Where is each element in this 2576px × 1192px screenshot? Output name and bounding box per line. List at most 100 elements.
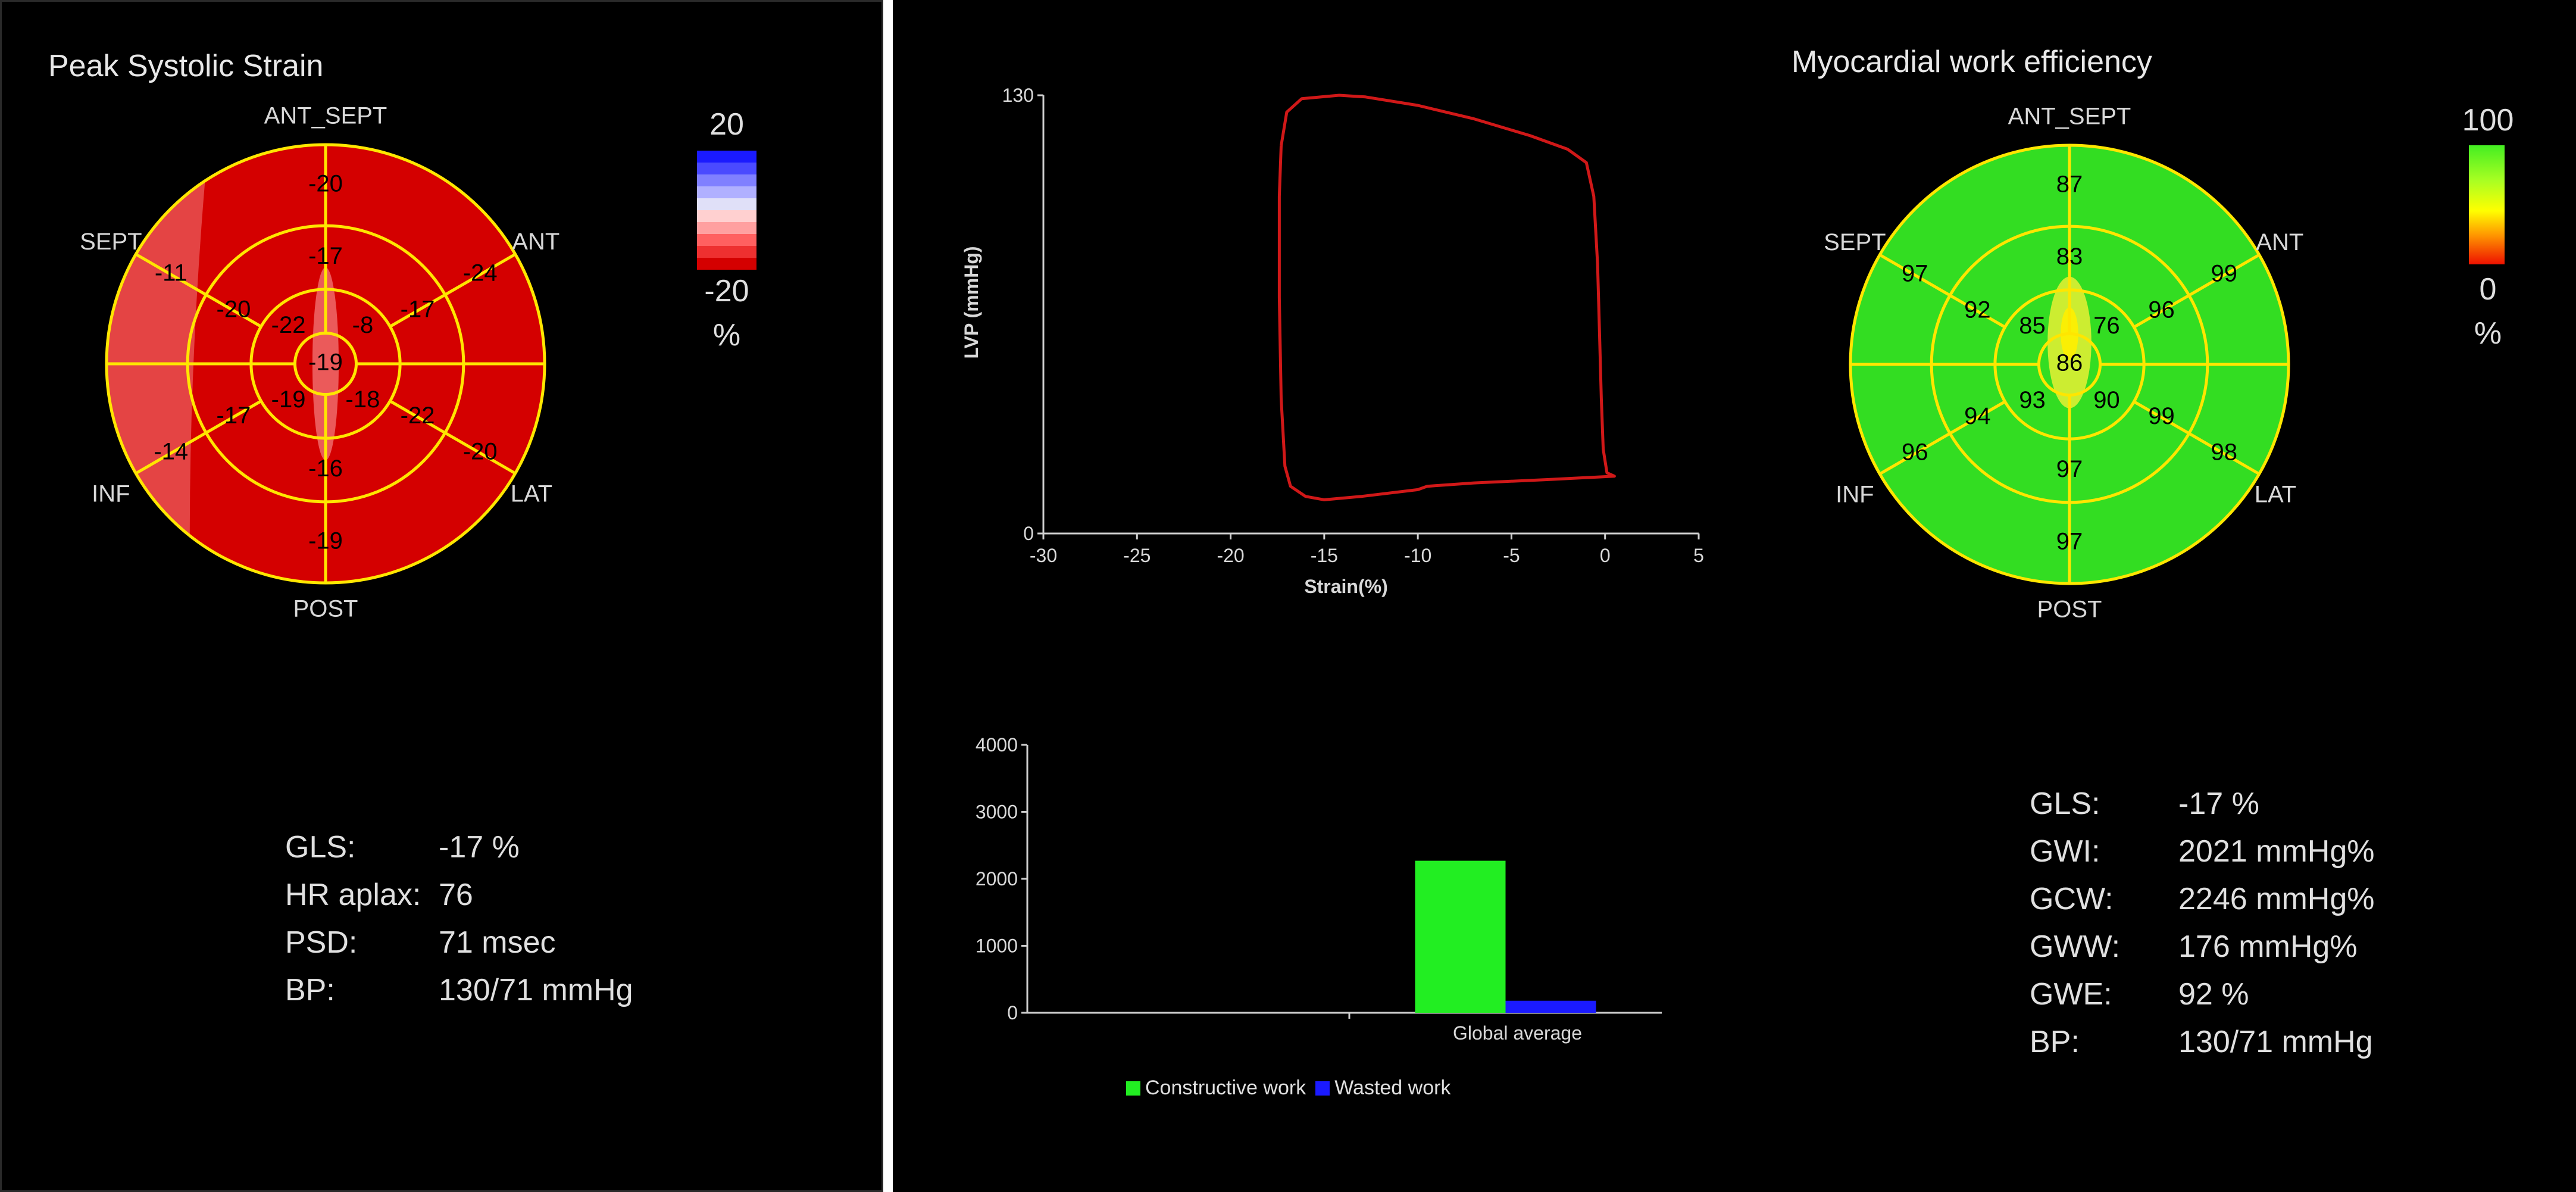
stat-row: GWW: 176 mmHg% (2030, 923, 2374, 971)
segment-value-apex: 86 (2056, 350, 2083, 376)
segment-value-basal-inf: -14 (154, 439, 188, 465)
wall-label-inf: INF (92, 480, 130, 507)
work-stats: GLS: -17 % GWI: 2021 mmHg% GCW: 2246 mmHg% GWW… (2030, 780, 2374, 1066)
stat-value: 71 msec (439, 925, 556, 960)
wall-label-ant-sept: ANT_SEPT (264, 103, 387, 129)
y-tick-label: 4000 (976, 734, 1018, 756)
segment-value-apex: -19 (308, 350, 343, 376)
stat-key: PSD: (285, 925, 358, 960)
segment-value-mid-ant: -17 (401, 296, 435, 322)
x-tick-label: 5 (1693, 545, 1704, 566)
bullseye-body: 87 83 99 96 98 99 97 97 96 94 97 92 85 76 90 93 86 (1849, 143, 2290, 585)
y-tick-label: 1000 (976, 935, 1018, 957)
stat-row: GWI: 2021 mmHg% (2030, 828, 2374, 875)
segment-value-basal-sept: 97 (1902, 261, 1928, 287)
segment-value-basal-lat: -20 (463, 439, 498, 465)
strain-stats: GLS: -17 % HR aplax: 76 PSD: 71 msec BP: 130/71… (285, 823, 633, 1014)
legend-constructive-label: Constructive work (1145, 1076, 1306, 1099)
y-tick-label: 3000 (976, 801, 1018, 823)
stat-value: 176 mmHg% (2178, 929, 2358, 964)
legend-wasted-label: Wasted work (1334, 1076, 1451, 1099)
wall-label-sept: SEPT (80, 229, 142, 255)
x-tick-label: -5 (1503, 545, 1520, 566)
scale-unit-label: % (712, 318, 741, 352)
stat-value: 2246 mmHg% (2178, 882, 2375, 916)
segment-value-basal-ant: -24 (463, 260, 498, 286)
segment-value-basal-inf: 96 (1902, 439, 1928, 466)
stat-value: -17 % (439, 830, 520, 865)
y-tick-label: 2000 (976, 868, 1018, 890)
pressure-strain-loop-chart: -30 -25 -20 -15 -10 -5 0 5 0 130 Strain(%) LVP (mmH… (961, 85, 1704, 597)
stat-value: 2021 mmHg% (2178, 834, 2375, 869)
constructive-swatch (1126, 1081, 1140, 1096)
y-tick-label: 0 (1023, 523, 1034, 544)
stat-row: BP: 130/71 mmHg (285, 966, 633, 1014)
segment-value-apical-inf: 93 (2019, 387, 2046, 413)
segment-value-basal-ant-sept: 87 (2056, 171, 2083, 198)
stat-value: -17 % (2178, 787, 2259, 821)
wall-label-post: POST (293, 596, 358, 622)
wall-label-lat: LAT (511, 480, 552, 507)
wasted-work-bar (1505, 1000, 1596, 1013)
wasted-swatch (1315, 1081, 1330, 1096)
segment-value-basal-sept: -11 (155, 260, 187, 286)
segment-value-mid-ant: 96 (2148, 297, 2175, 323)
segment-value-mid-inf: -17 (217, 402, 251, 429)
wall-label-post: POST (2037, 597, 2102, 623)
bullseye-body: -20-17-24-17-20-22-19-16-14-17-11-20-22-… (105, 143, 546, 585)
segment-value-apical-post: -18 (346, 386, 380, 413)
category-label: Global average (1453, 1022, 1582, 1044)
stat-row: PSD: 71 msec (285, 919, 633, 966)
stat-row: HR aplax: 76 (285, 871, 633, 919)
x-tick-label: 0 (1600, 545, 1611, 566)
stat-value: 130/71 mmHg (2178, 1025, 2373, 1059)
segment-value-mid-ant-sept: -17 (308, 243, 343, 269)
stat-value: 92 % (2178, 977, 2249, 1012)
segment-value-mid-ant-sept: 83 (2056, 244, 2083, 270)
myocardial-work-panel: Myocardial work efficiency -30 -25 -20 -15-… (893, 0, 2576, 1192)
peak-systolic-strain-panel: Peak Systolic Strain -20 -17 -24 -17 -20 -22-… (0, 0, 883, 1192)
stat-key: GWE: (2030, 977, 2112, 1012)
segment-value-basal-post: 97 (2056, 528, 2083, 554)
scale-min-label: 0 (2479, 272, 2497, 307)
segment-value-apical-ant: 76 (2093, 313, 2120, 339)
x-tick-label: -25 (1123, 545, 1151, 566)
wall-label-inf: INF (1836, 481, 1874, 507)
strain-color-scale (697, 151, 756, 270)
wall-label-sept: SEPT (1824, 229, 1886, 255)
stat-row: BP: 130/71 mmHg (2030, 1018, 2374, 1066)
segment-value-mid-sept: -20 (217, 296, 251, 322)
x-tick-label: -30 (1030, 545, 1057, 566)
stat-key: GWW: (2030, 929, 2121, 964)
efficiency-color-scale (2469, 145, 2505, 264)
segment-value-basal-ant-sept: -20 (308, 171, 343, 197)
segment-value-apical-post: 90 (2093, 387, 2120, 413)
scale-min-label: -20 (704, 274, 749, 308)
wall-label-lat: LAT (2255, 481, 2296, 507)
stat-value: 76 (439, 878, 473, 912)
y-tick-label: 0 (1007, 1002, 1018, 1024)
stat-key: BP: (285, 973, 335, 1007)
wall-label-ant: ANT (2256, 229, 2303, 255)
x-tick-label: -10 (1404, 545, 1431, 566)
stat-row: GCW: 2246 mmHg% (2030, 875, 2374, 923)
segment-value-apical-inf: -19 (271, 386, 306, 413)
stat-value: 130/71 mmHg (439, 973, 633, 1007)
segment-value-mid-sept: 92 (1964, 297, 1991, 323)
constructive-work-bar (1415, 860, 1506, 1013)
stat-row: GLS: -17 % (2030, 780, 2374, 828)
scale-max-label: 100 (2462, 103, 2514, 138)
wall-label-ant: ANT (512, 229, 559, 255)
segment-value-mid-post: 97 (2056, 456, 2083, 482)
segment-value-mid-lat: -22 (401, 402, 435, 429)
segment-value-mid-inf: 94 (1964, 403, 1991, 429)
wall-label-ant-sept: ANT_SEPT (2008, 104, 2131, 130)
stat-key: BP: (2030, 1025, 2080, 1059)
x-axis-label: Strain(%) (1304, 576, 1387, 597)
segment-value-basal-lat: 98 (2211, 439, 2237, 466)
segment-value-basal-ant: 99 (2211, 261, 2237, 287)
stat-row: GLS: -17 % (285, 823, 633, 871)
stat-key: HR aplax: (285, 878, 421, 912)
pressure-strain-loop-line (1277, 93, 1616, 501)
efficiency-bullseye: 87 83 99 96 98 99 97 97 96 94 97 92 85 76 90 93 86 ANT_SE… (1824, 104, 2303, 623)
